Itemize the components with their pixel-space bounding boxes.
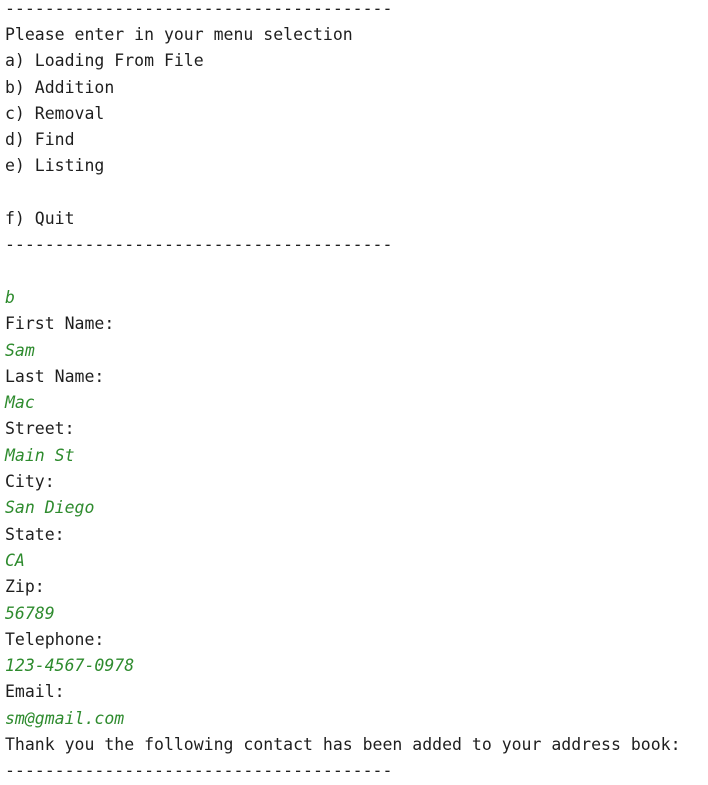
last-name-label: Last Name: (5, 366, 105, 386)
user-input-email: sm@gmail.com (5, 708, 125, 728)
user-input-first-name: Sam (5, 340, 35, 360)
user-input-telephone: 123-4567-0978 (5, 656, 135, 676)
console-output: --------------------------------------- … (0, 0, 708, 782)
menu-option-addition: b) Addition (5, 77, 115, 97)
confirmation-message: Thank you the following contact has been… (5, 735, 681, 755)
first-name-label: First Name: (5, 314, 115, 334)
separator-line: --------------------------------------- (5, 0, 393, 18)
street-label: Street: (5, 419, 75, 439)
menu-option-quit: f) Quit (5, 209, 75, 229)
menu-option-loading: a) Loading From File (5, 51, 204, 71)
user-input-last-name: Mac (5, 393, 35, 413)
separator-line: --------------------------------------- (5, 235, 393, 255)
state-label: State: (5, 524, 65, 544)
menu-option-find: d) Find (5, 130, 75, 150)
zip-label: Zip: (5, 577, 45, 597)
email-label: Email: (5, 682, 65, 702)
city-label: City: (5, 472, 55, 492)
menu-option-listing: e) Listing (5, 156, 105, 176)
user-input-selection: b (5, 287, 15, 307)
user-input-city: San Diego (5, 498, 95, 518)
user-input-state: CA (5, 550, 25, 570)
menu-prompt: Please enter in your menu selection (5, 25, 353, 44)
user-input-zip: 56789 (5, 603, 55, 623)
menu-option-removal: c) Removal (5, 103, 105, 123)
user-input-street: Main St (5, 445, 75, 465)
telephone-label: Telephone: (5, 629, 105, 649)
separator-line: --------------------------------------- (5, 761, 393, 781)
